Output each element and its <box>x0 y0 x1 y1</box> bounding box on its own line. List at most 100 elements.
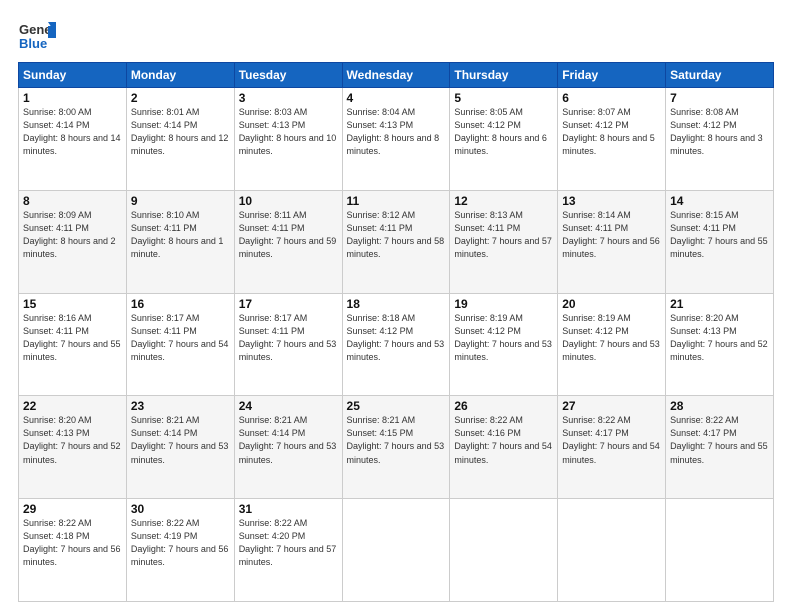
day-number: 16 <box>131 297 230 311</box>
day-number: 1 <box>23 91 122 105</box>
day-number: 9 <box>131 194 230 208</box>
day-info: Sunrise: 8:21 AM Sunset: 4:15 PM Dayligh… <box>347 414 446 466</box>
calendar-cell: 2Sunrise: 8:01 AM Sunset: 4:14 PM Daylig… <box>126 88 234 191</box>
logo: General Blue <box>18 18 56 52</box>
calendar-cell: 31Sunrise: 8:22 AM Sunset: 4:20 PM Dayli… <box>234 499 342 602</box>
calendar-cell: 1Sunrise: 8:00 AM Sunset: 4:14 PM Daylig… <box>19 88 127 191</box>
calendar-cell: 5Sunrise: 8:05 AM Sunset: 4:12 PM Daylig… <box>450 88 558 191</box>
calendar-cell <box>666 499 774 602</box>
calendar-cell: 6Sunrise: 8:07 AM Sunset: 4:12 PM Daylig… <box>558 88 666 191</box>
calendar-cell: 16Sunrise: 8:17 AM Sunset: 4:11 PM Dayli… <box>126 293 234 396</box>
day-number: 13 <box>562 194 661 208</box>
weekday-header: Wednesday <box>342 63 450 88</box>
calendar-cell: 19Sunrise: 8:19 AM Sunset: 4:12 PM Dayli… <box>450 293 558 396</box>
day-info: Sunrise: 8:12 AM Sunset: 4:11 PM Dayligh… <box>347 209 446 261</box>
day-info: Sunrise: 8:14 AM Sunset: 4:11 PM Dayligh… <box>562 209 661 261</box>
day-info: Sunrise: 8:22 AM Sunset: 4:17 PM Dayligh… <box>670 414 769 466</box>
calendar-cell: 7Sunrise: 8:08 AM Sunset: 4:12 PM Daylig… <box>666 88 774 191</box>
calendar-cell: 18Sunrise: 8:18 AM Sunset: 4:12 PM Dayli… <box>342 293 450 396</box>
day-info: Sunrise: 8:21 AM Sunset: 4:14 PM Dayligh… <box>239 414 338 466</box>
calendar-cell: 28Sunrise: 8:22 AM Sunset: 4:17 PM Dayli… <box>666 396 774 499</box>
calendar-cell: 20Sunrise: 8:19 AM Sunset: 4:12 PM Dayli… <box>558 293 666 396</box>
logo-icon: General Blue <box>18 18 56 52</box>
day-info: Sunrise: 8:19 AM Sunset: 4:12 PM Dayligh… <box>454 312 553 364</box>
day-info: Sunrise: 8:10 AM Sunset: 4:11 PM Dayligh… <box>131 209 230 261</box>
day-number: 26 <box>454 399 553 413</box>
day-info: Sunrise: 8:20 AM Sunset: 4:13 PM Dayligh… <box>23 414 122 466</box>
day-info: Sunrise: 8:22 AM Sunset: 4:20 PM Dayligh… <box>239 517 338 569</box>
day-number: 18 <box>347 297 446 311</box>
weekday-header: Sunday <box>19 63 127 88</box>
calendar-week: 8Sunrise: 8:09 AM Sunset: 4:11 PM Daylig… <box>19 190 774 293</box>
day-number: 8 <box>23 194 122 208</box>
day-number: 3 <box>239 91 338 105</box>
day-info: Sunrise: 8:15 AM Sunset: 4:11 PM Dayligh… <box>670 209 769 261</box>
calendar-cell: 17Sunrise: 8:17 AM Sunset: 4:11 PM Dayli… <box>234 293 342 396</box>
calendar-cell: 30Sunrise: 8:22 AM Sunset: 4:19 PM Dayli… <box>126 499 234 602</box>
calendar-cell <box>342 499 450 602</box>
day-number: 10 <box>239 194 338 208</box>
day-number: 6 <box>562 91 661 105</box>
calendar-cell: 22Sunrise: 8:20 AM Sunset: 4:13 PM Dayli… <box>19 396 127 499</box>
day-number: 22 <box>23 399 122 413</box>
day-number: 19 <box>454 297 553 311</box>
calendar-week: 29Sunrise: 8:22 AM Sunset: 4:18 PM Dayli… <box>19 499 774 602</box>
day-info: Sunrise: 8:11 AM Sunset: 4:11 PM Dayligh… <box>239 209 338 261</box>
day-info: Sunrise: 8:20 AM Sunset: 4:13 PM Dayligh… <box>670 312 769 364</box>
calendar-cell: 8Sunrise: 8:09 AM Sunset: 4:11 PM Daylig… <box>19 190 127 293</box>
day-info: Sunrise: 8:04 AM Sunset: 4:13 PM Dayligh… <box>347 106 446 158</box>
day-info: Sunrise: 8:22 AM Sunset: 4:19 PM Dayligh… <box>131 517 230 569</box>
calendar-cell: 27Sunrise: 8:22 AM Sunset: 4:17 PM Dayli… <box>558 396 666 499</box>
calendar-cell: 13Sunrise: 8:14 AM Sunset: 4:11 PM Dayli… <box>558 190 666 293</box>
calendar-cell: 15Sunrise: 8:16 AM Sunset: 4:11 PM Dayli… <box>19 293 127 396</box>
calendar-cell: 26Sunrise: 8:22 AM Sunset: 4:16 PM Dayli… <box>450 396 558 499</box>
day-info: Sunrise: 8:07 AM Sunset: 4:12 PM Dayligh… <box>562 106 661 158</box>
day-info: Sunrise: 8:16 AM Sunset: 4:11 PM Dayligh… <box>23 312 122 364</box>
day-info: Sunrise: 8:22 AM Sunset: 4:16 PM Dayligh… <box>454 414 553 466</box>
day-number: 31 <box>239 502 338 516</box>
day-info: Sunrise: 8:03 AM Sunset: 4:13 PM Dayligh… <box>239 106 338 158</box>
page: General Blue SundayMondayTuesdayWednesda… <box>0 0 792 612</box>
day-info: Sunrise: 8:08 AM Sunset: 4:12 PM Dayligh… <box>670 106 769 158</box>
calendar-week: 1Sunrise: 8:00 AM Sunset: 4:14 PM Daylig… <box>19 88 774 191</box>
day-info: Sunrise: 8:17 AM Sunset: 4:11 PM Dayligh… <box>131 312 230 364</box>
calendar-cell: 10Sunrise: 8:11 AM Sunset: 4:11 PM Dayli… <box>234 190 342 293</box>
day-number: 24 <box>239 399 338 413</box>
svg-text:Blue: Blue <box>19 36 47 51</box>
day-number: 23 <box>131 399 230 413</box>
day-info: Sunrise: 8:05 AM Sunset: 4:12 PM Dayligh… <box>454 106 553 158</box>
day-number: 7 <box>670 91 769 105</box>
day-info: Sunrise: 8:22 AM Sunset: 4:17 PM Dayligh… <box>562 414 661 466</box>
day-info: Sunrise: 8:18 AM Sunset: 4:12 PM Dayligh… <box>347 312 446 364</box>
day-info: Sunrise: 8:13 AM Sunset: 4:11 PM Dayligh… <box>454 209 553 261</box>
calendar-week: 15Sunrise: 8:16 AM Sunset: 4:11 PM Dayli… <box>19 293 774 396</box>
calendar-cell: 25Sunrise: 8:21 AM Sunset: 4:15 PM Dayli… <box>342 396 450 499</box>
calendar-cell: 14Sunrise: 8:15 AM Sunset: 4:11 PM Dayli… <box>666 190 774 293</box>
day-number: 2 <box>131 91 230 105</box>
calendar-cell <box>558 499 666 602</box>
calendar-cell: 11Sunrise: 8:12 AM Sunset: 4:11 PM Dayli… <box>342 190 450 293</box>
day-number: 29 <box>23 502 122 516</box>
day-info: Sunrise: 8:00 AM Sunset: 4:14 PM Dayligh… <box>23 106 122 158</box>
day-number: 12 <box>454 194 553 208</box>
weekday-header: Tuesday <box>234 63 342 88</box>
calendar-cell: 29Sunrise: 8:22 AM Sunset: 4:18 PM Dayli… <box>19 499 127 602</box>
day-number: 25 <box>347 399 446 413</box>
calendar-cell <box>450 499 558 602</box>
calendar-cell: 21Sunrise: 8:20 AM Sunset: 4:13 PM Dayli… <box>666 293 774 396</box>
calendar-cell: 24Sunrise: 8:21 AM Sunset: 4:14 PM Dayli… <box>234 396 342 499</box>
weekday-header: Thursday <box>450 63 558 88</box>
weekday-header: Friday <box>558 63 666 88</box>
calendar-cell: 12Sunrise: 8:13 AM Sunset: 4:11 PM Dayli… <box>450 190 558 293</box>
day-info: Sunrise: 8:21 AM Sunset: 4:14 PM Dayligh… <box>131 414 230 466</box>
day-number: 15 <box>23 297 122 311</box>
calendar-cell: 3Sunrise: 8:03 AM Sunset: 4:13 PM Daylig… <box>234 88 342 191</box>
day-number: 17 <box>239 297 338 311</box>
calendar-cell: 23Sunrise: 8:21 AM Sunset: 4:14 PM Dayli… <box>126 396 234 499</box>
calendar-table: SundayMondayTuesdayWednesdayThursdayFrid… <box>18 62 774 602</box>
day-number: 21 <box>670 297 769 311</box>
weekday-header: Saturday <box>666 63 774 88</box>
calendar-week: 22Sunrise: 8:20 AM Sunset: 4:13 PM Dayli… <box>19 396 774 499</box>
day-number: 28 <box>670 399 769 413</box>
day-number: 14 <box>670 194 769 208</box>
